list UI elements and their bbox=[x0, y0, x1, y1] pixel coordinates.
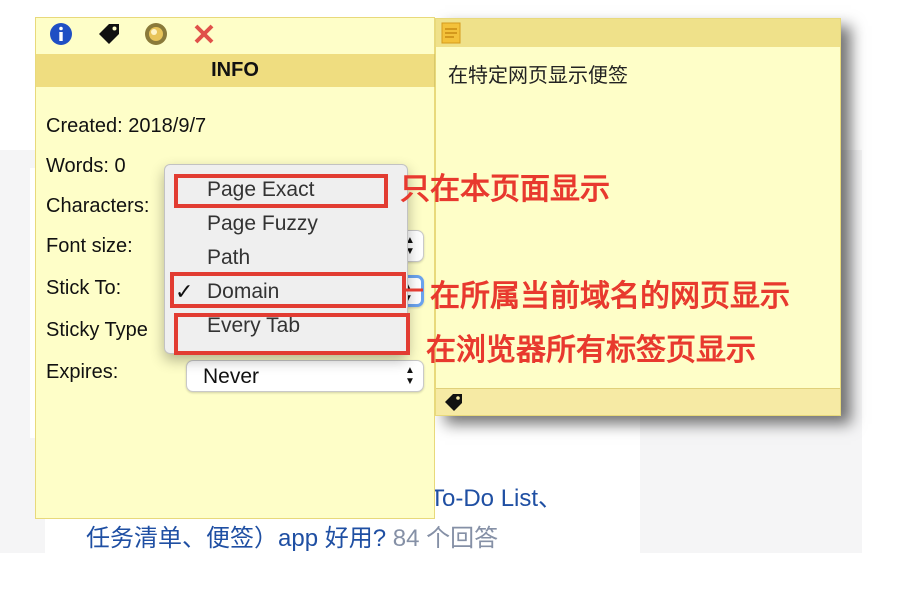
created-date: Created: 2018/9/7 bbox=[46, 115, 207, 137]
note-titlebar[interactable] bbox=[436, 19, 840, 47]
question-link-line2[interactable]: 任务清单、便签）app 好用? 84 个回答 bbox=[86, 518, 498, 553]
answer-count: 84 个回答 bbox=[392, 525, 499, 552]
info-toolbar bbox=[36, 18, 434, 54]
stick-to-label: Stick To: bbox=[46, 277, 122, 299]
info-header: INFO bbox=[36, 54, 435, 87]
question-link-line1[interactable]: To-Do List、 bbox=[430, 478, 562, 513]
tag-icon[interactable] bbox=[442, 392, 464, 414]
note-content[interactable]: 在特定网页显示便签 bbox=[448, 59, 628, 88]
question-title[interactable]: 任务清单、便签）app 好用? bbox=[86, 525, 386, 552]
expires-label: Expires: bbox=[46, 361, 119, 383]
option-path[interactable]: Path bbox=[207, 246, 250, 270]
option-page-fuzzy[interactable]: Page Fuzzy bbox=[207, 212, 318, 236]
annotation-domain: 在所属当前域名的网页显示 bbox=[430, 280, 790, 313]
tag-icon[interactable] bbox=[96, 21, 122, 47]
color-wheel-icon[interactable] bbox=[143, 21, 169, 47]
word-count: Words: 0 bbox=[46, 155, 126, 177]
annotation-box-page-exact bbox=[174, 174, 388, 208]
expires-select[interactable]: Never ▲ ▼ bbox=[186, 360, 424, 392]
select-arrows-icon: ▲▼ bbox=[405, 365, 415, 387]
annotation-box-domain bbox=[170, 272, 406, 308]
sticky-type-label: Sticky Type bbox=[46, 319, 148, 341]
close-icon[interactable] bbox=[191, 21, 217, 47]
note-footer bbox=[436, 388, 840, 415]
characters-label: Characters: bbox=[46, 195, 150, 217]
info-icon[interactable] bbox=[48, 21, 74, 47]
font-size-label: Font size: bbox=[46, 235, 133, 257]
annotation-arrow-icon bbox=[405, 288, 423, 292]
expires-value: Never bbox=[203, 365, 260, 388]
annotation-box-every-tab bbox=[174, 313, 410, 355]
note-icon[interactable] bbox=[440, 21, 462, 45]
annotation-every-tab: 在浏览器所有标签页显示 bbox=[426, 334, 756, 367]
annotation-page-exact: 只在本页面显示 bbox=[400, 173, 610, 206]
